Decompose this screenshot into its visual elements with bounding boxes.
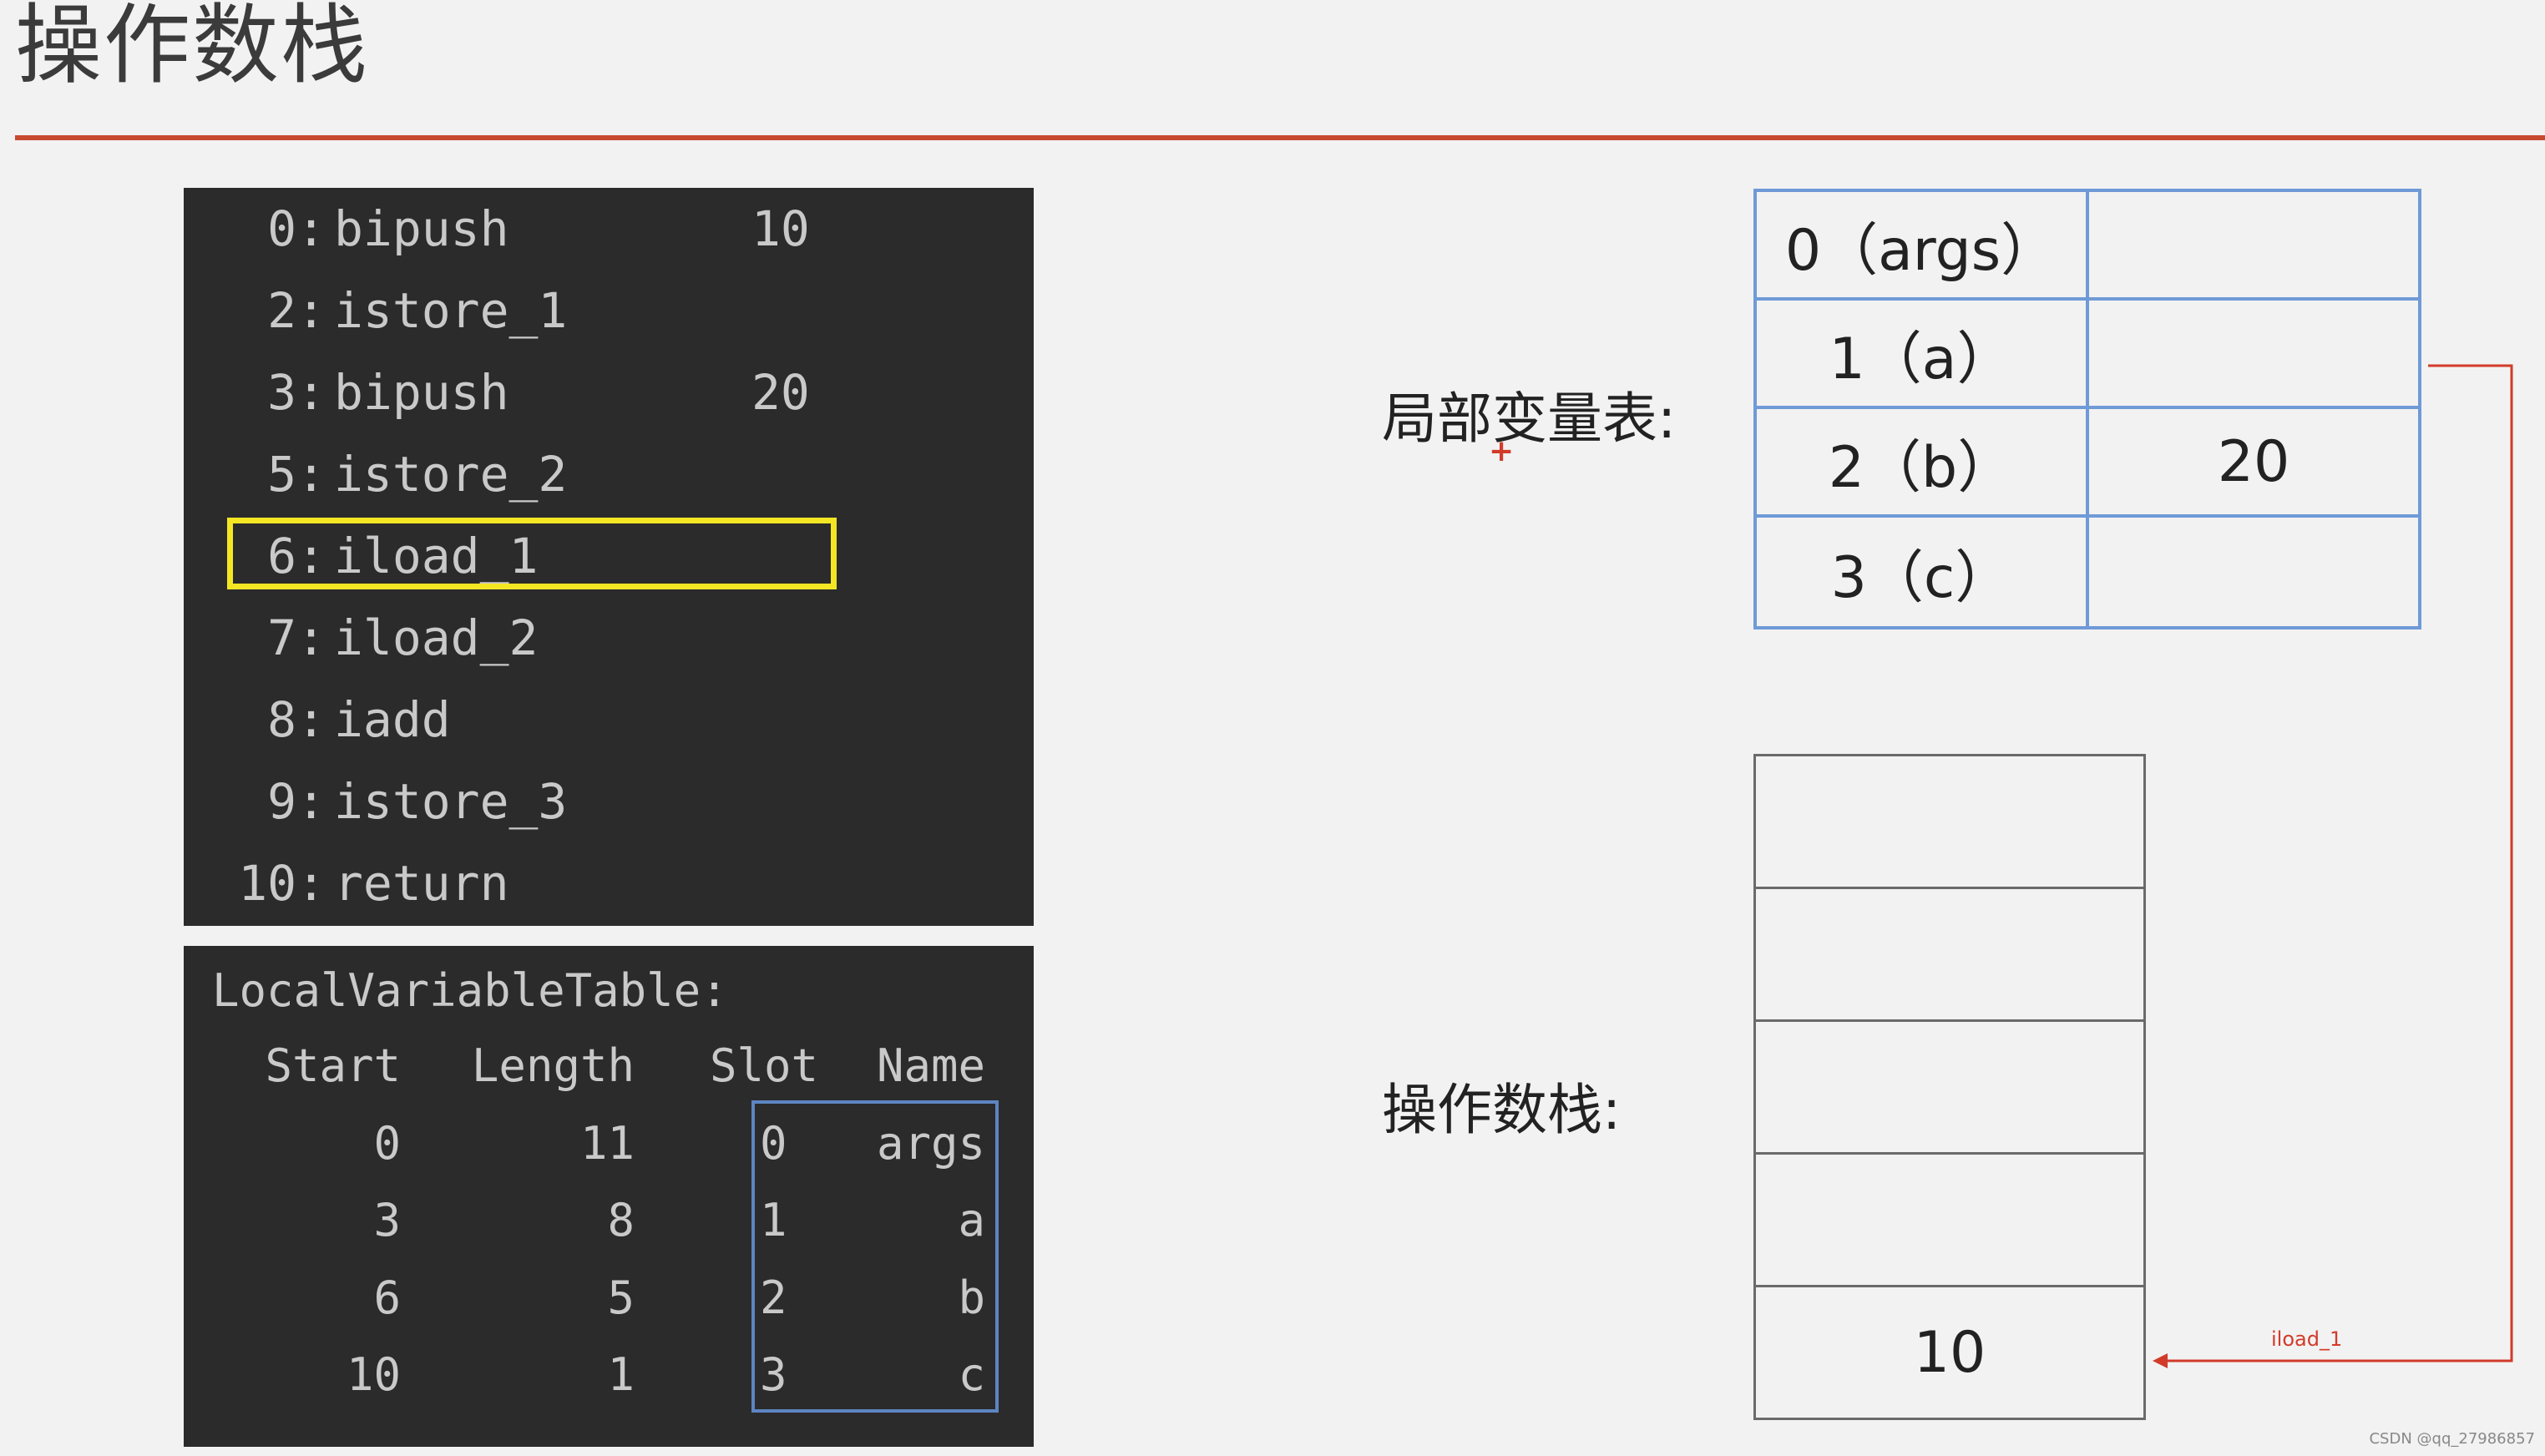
load-arrow	[2153, 364, 2513, 1368]
arrow-head-icon	[2153, 1353, 2168, 1368]
arrow-label: iload_1	[2271, 1327, 2343, 1351]
watermark: CSDN @qq_27986857	[2369, 1430, 2535, 1448]
